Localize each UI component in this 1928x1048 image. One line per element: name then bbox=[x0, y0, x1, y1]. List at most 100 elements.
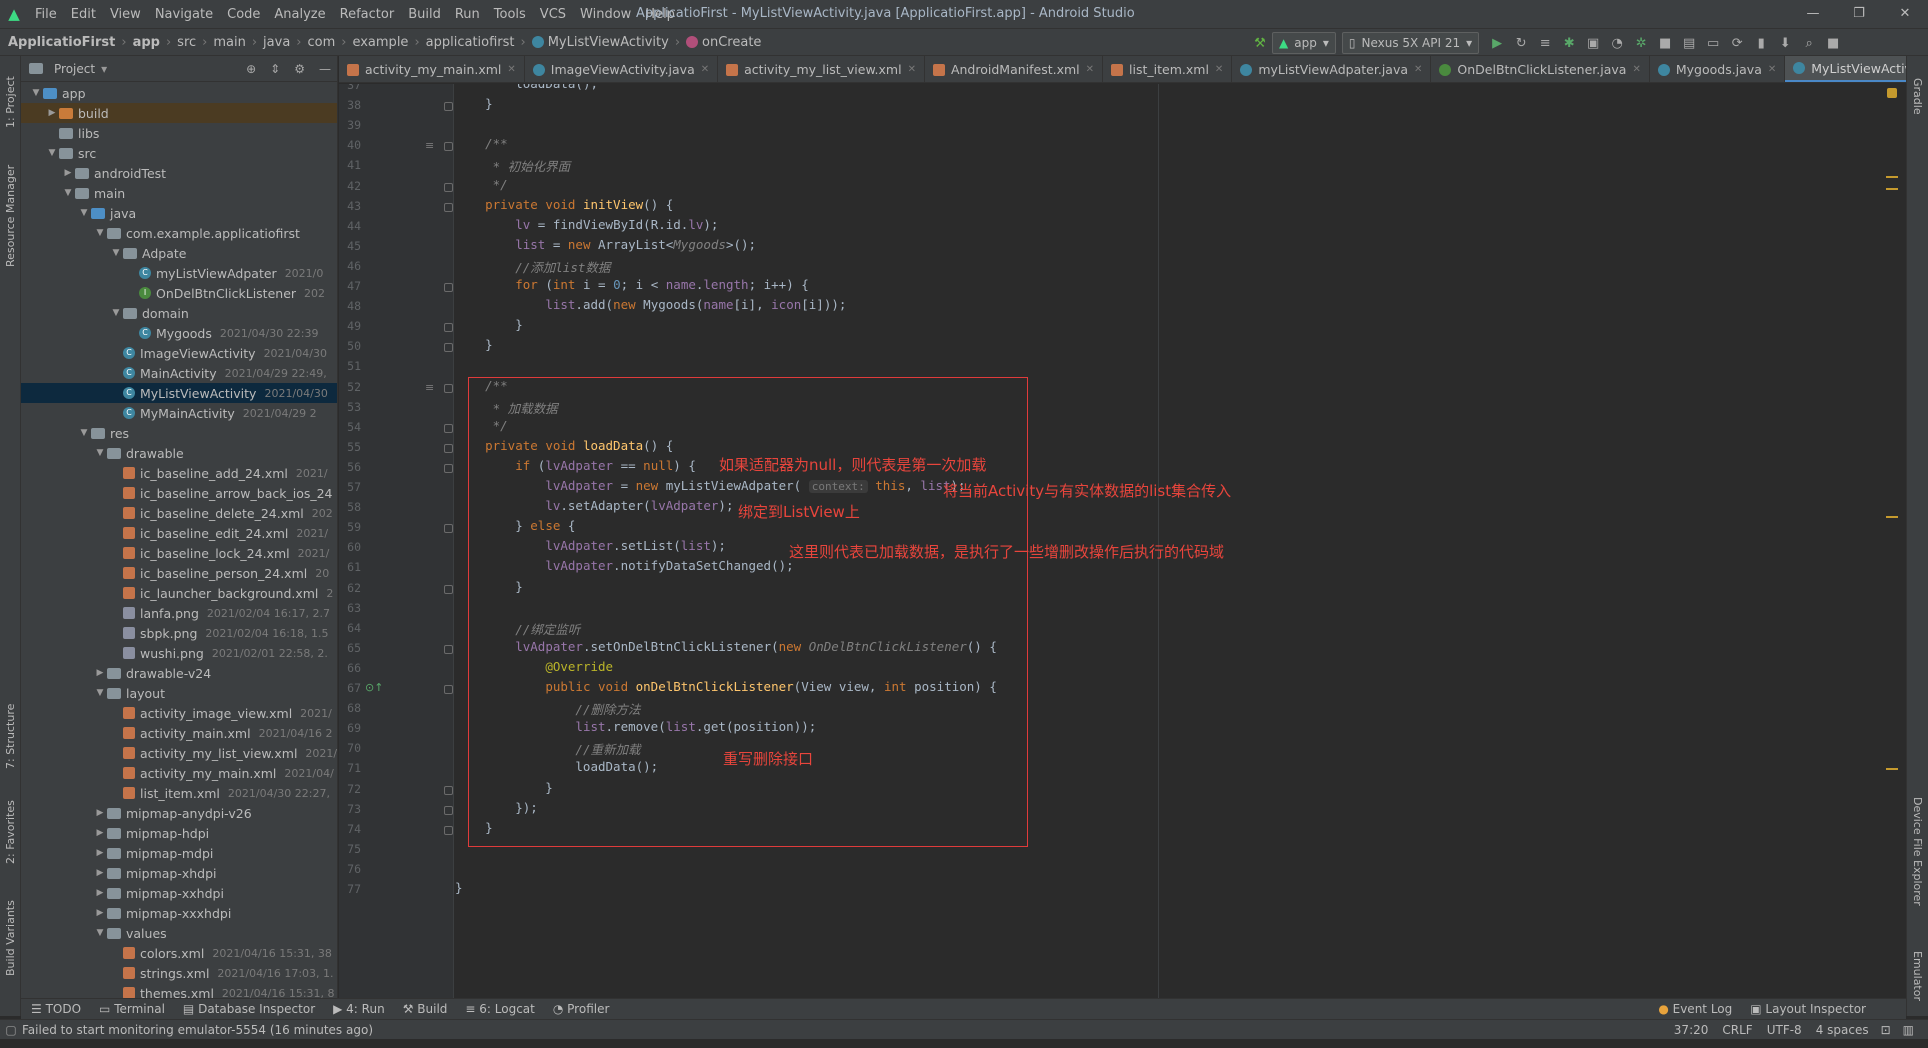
close-tab-icon[interactable]: ✕ bbox=[701, 64, 709, 75]
device-select[interactable]: ▯ Nexus 5X API 21 ▾ bbox=[1341, 32, 1480, 54]
breadcrumb-item[interactable]: ApplicatioFirst bbox=[8, 35, 115, 50]
menu-item[interactable]: Tools bbox=[487, 7, 533, 22]
minimize-icon[interactable]: — bbox=[1790, 0, 1836, 28]
tree-item[interactable]: activity_my_main.xml 2021/04/ bbox=[21, 763, 337, 783]
breadcrumb-item[interactable]: example bbox=[352, 35, 408, 50]
stripe-mark[interactable] bbox=[1886, 516, 1898, 518]
layout-inspector-tab[interactable]: ▣ Layout Inspector bbox=[1750, 1002, 1866, 1016]
editor-tab[interactable]: ImageViewActivity.java ✕ bbox=[525, 56, 719, 82]
editor-tab[interactable]: OnDelBtnClickListener.java ✕ bbox=[1431, 56, 1650, 82]
tree-item[interactable]: ▼ drawable bbox=[21, 443, 337, 463]
profiler-tab[interactable]: ◔ Profiler bbox=[553, 1002, 610, 1016]
tree-item[interactable]: ic_baseline_arrow_back_ios_24 bbox=[21, 483, 337, 503]
breadcrumb-item[interactable]: app bbox=[133, 35, 160, 50]
tool-tab-resource-manager[interactable]: Resource Manager bbox=[0, 156, 21, 276]
run-config-select[interactable]: ▲ app ▾ bbox=[1272, 32, 1336, 54]
close-tab-icon[interactable]: ✕ bbox=[1632, 64, 1640, 75]
restore-icon[interactable]: ❐ bbox=[1836, 0, 1882, 28]
stripe-mark[interactable] bbox=[1886, 176, 1898, 178]
close-icon[interactable]: ✕ bbox=[1882, 0, 1928, 28]
tree-item[interactable]: ▶ drawable-v24 bbox=[21, 663, 337, 683]
tree-item[interactable]: ▶ mipmap-hdpi bbox=[21, 823, 337, 843]
close-tab-icon[interactable]: ✕ bbox=[1768, 64, 1776, 75]
expand-arrow-icon[interactable]: ▼ bbox=[109, 248, 123, 258]
debug-icon[interactable]: ✱ bbox=[1557, 32, 1581, 54]
code-line[interactable]: } bbox=[339, 337, 493, 352]
locate-icon[interactable]: ⊕ bbox=[246, 62, 256, 76]
indent-setting[interactable]: 4 spaces bbox=[1816, 1023, 1869, 1037]
tree-item[interactable]: ▶ mipmap-xhdpi bbox=[21, 863, 337, 883]
expand-arrow-icon[interactable]: ▼ bbox=[77, 428, 91, 438]
tree-item[interactable]: C Mygoods 2021/04/30 22:39 bbox=[21, 323, 337, 343]
caret-position[interactable]: 37:20 bbox=[1674, 1023, 1709, 1037]
menu-item[interactable]: Build bbox=[401, 7, 448, 22]
tool-tab-build-variants[interactable]: Build Variants bbox=[0, 888, 21, 988]
gear-icon[interactable]: ⚙ bbox=[294, 62, 305, 76]
menu-item[interactable]: View bbox=[103, 7, 148, 22]
file-encoding[interactable]: UTF-8 bbox=[1767, 1023, 1802, 1037]
logcat-tab[interactable]: ≡ 6: Logcat bbox=[465, 1002, 534, 1016]
coverage-icon[interactable]: ▣ bbox=[1581, 32, 1605, 54]
device-manager-icon[interactable]: ▮ bbox=[1749, 32, 1773, 54]
tree-item[interactable]: CmyListViewAdpater 2021/0 bbox=[21, 263, 337, 283]
tool-tab-emulator[interactable]: Emulator bbox=[1907, 936, 1928, 1016]
memory-icon[interactable]: ▥ bbox=[1903, 1023, 1914, 1037]
tree-item[interactable]: I OnDelBtnClickListener 202 bbox=[21, 283, 337, 303]
project-view-select[interactable]: Project bbox=[54, 62, 95, 76]
tree-item[interactable]: C MyListViewActivity 2021/04/30 bbox=[21, 383, 337, 403]
expand-arrow-icon[interactable]: ▼ bbox=[77, 208, 91, 218]
sdk-manager-icon[interactable]: ⬇ bbox=[1773, 32, 1797, 54]
breadcrumb-item[interactable]: onCreate bbox=[702, 35, 761, 50]
editor-tab[interactable]: AndroidManifest.xml ✕ bbox=[925, 56, 1104, 82]
tree-item[interactable]: C MyMainActivity 2021/04/29 2 bbox=[21, 403, 337, 423]
tree-item[interactable]: ▼ src bbox=[21, 143, 337, 163]
menu-item[interactable]: File bbox=[28, 7, 64, 22]
event-log-tab[interactable]: ● Event Log bbox=[1658, 1002, 1732, 1016]
tree-item[interactable]: ic_launcher_background.xml 2 bbox=[21, 583, 337, 603]
hammer-icon[interactable]: ⚒ bbox=[1248, 32, 1272, 54]
editor-tab[interactable]: myListViewAdpater.java ✕ bbox=[1232, 56, 1432, 82]
code-line[interactable]: list.add(new Mygoods(name[i], icon[i])); bbox=[339, 297, 846, 312]
tree-item[interactable]: activity_my_list_view.xml 2021/ bbox=[21, 743, 337, 763]
code-line[interactable]: lv = findViewById(R.id.lv); bbox=[339, 217, 718, 232]
tool-tab-project[interactable]: 1: Project bbox=[0, 62, 21, 142]
expand-arrow-icon[interactable]: ▼ bbox=[29, 88, 43, 98]
tree-item[interactable]: ic_baseline_lock_24.xml 2021/ bbox=[21, 543, 337, 563]
apply-changes-icon[interactable]: ≡ bbox=[1533, 32, 1557, 54]
menu-item[interactable]: Run bbox=[448, 7, 487, 22]
status-toggle-icon[interactable]: ▢ bbox=[0, 1023, 22, 1037]
terminal-tab[interactable]: ▭ Terminal bbox=[99, 1002, 165, 1016]
expand-arrow-icon[interactable]: ▼ bbox=[109, 308, 123, 318]
tree-item[interactable]: lanfa.png 2021/02/04 16:17, 2.7 bbox=[21, 603, 337, 623]
tree-item[interactable]: strings.xml 2021/04/16 17:03, 1. bbox=[21, 963, 337, 983]
line-separator[interactable]: CRLF bbox=[1722, 1023, 1752, 1037]
code-line[interactable]: * 初始化界面 bbox=[339, 156, 571, 175]
menu-item[interactable]: VCS bbox=[533, 7, 573, 22]
breadcrumb-item[interactable]: applicatiofirst bbox=[426, 35, 515, 50]
menu-item[interactable]: Code bbox=[220, 7, 267, 22]
tree-item[interactable]: ▶ mipmap-anydpi-v26 bbox=[21, 803, 337, 823]
tree-item[interactable]: ▼ Adpate bbox=[21, 243, 337, 263]
tree-item[interactable]: sbpk.png 2021/02/04 16:18, 1.5 bbox=[21, 623, 337, 643]
menu-item[interactable]: Edit bbox=[64, 7, 103, 22]
close-tab-icon[interactable]: ✕ bbox=[1086, 64, 1094, 75]
breadcrumb-item[interactable]: MyListViewActivity bbox=[548, 35, 669, 50]
todo-tab[interactable]: ☰ TODO bbox=[31, 1002, 81, 1016]
expand-arrow-icon[interactable]: ▶ bbox=[61, 168, 75, 178]
collapse-all-icon[interactable]: ⇕ bbox=[270, 62, 280, 76]
tree-item[interactable]: ▼ res bbox=[21, 423, 337, 443]
expand-arrow-icon[interactable]: ▶ bbox=[45, 108, 59, 118]
menu-item[interactable]: Refactor bbox=[333, 7, 402, 22]
code-line[interactable]: loadData(); bbox=[339, 84, 598, 91]
breadcrumb-item[interactable]: java bbox=[263, 35, 290, 50]
code-line[interactable]: //添加list数据 bbox=[339, 257, 610, 276]
tree-item[interactable]: ▶ mipmap-xxhdpi bbox=[21, 883, 337, 903]
tree-item[interactable]: themes.xml 2021/04/16 15:31, 8 bbox=[21, 983, 337, 998]
expand-arrow-icon[interactable]: ▼ bbox=[93, 448, 107, 458]
stripe-mark[interactable] bbox=[1886, 768, 1898, 770]
code-line[interactable]: } bbox=[339, 880, 463, 895]
status-message[interactable]: Failed to start monitoring emulator-5554… bbox=[22, 1023, 373, 1037]
project-structure-icon[interactable]: ▤ bbox=[1677, 32, 1701, 54]
code-line[interactable]: for (int i = 0; i < name.length; i++) { bbox=[339, 277, 809, 292]
lock-icon[interactable]: ⊡ bbox=[1881, 1023, 1891, 1037]
